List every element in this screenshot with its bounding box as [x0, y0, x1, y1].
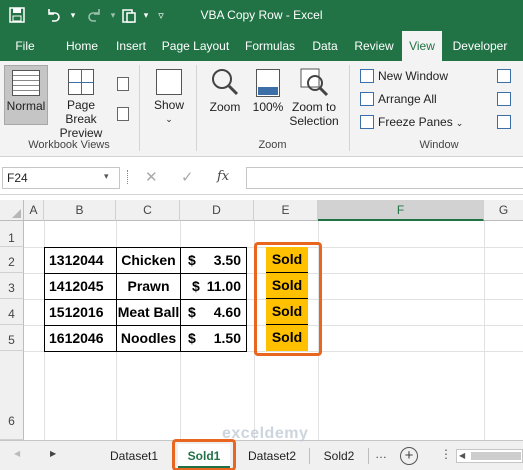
freeze-panes-icon — [360, 115, 374, 129]
normal-view-icon — [12, 70, 40, 96]
row-header-3[interactable]: 3 — [0, 273, 24, 299]
table-cell-price[interactable]: $ 4.60 — [180, 299, 247, 326]
sheet-tabs-bar: ◀ ▶ Dataset1 Sold1 exceldemy Dataset2 So… — [0, 425, 523, 470]
tab-home[interactable]: Home — [60, 31, 104, 61]
more-sheets-icon[interactable]: … — [375, 447, 387, 461]
zoom-to-selection-icon — [299, 67, 329, 97]
previous-sheet-icon[interactable]: ◀ — [14, 449, 20, 458]
tab-view[interactable]: View — [402, 31, 442, 61]
zoom-100-icon — [256, 69, 280, 97]
sheet-tab-sold2[interactable]: Sold2 — [313, 444, 365, 468]
gridline — [484, 221, 485, 440]
new-window-button[interactable]: New Window — [360, 67, 448, 85]
zoom-button[interactable]: Zoom — [203, 65, 247, 125]
sheet-tab-dataset2[interactable]: Dataset2 — [238, 444, 306, 468]
more-options-icon[interactable]: ⋮ — [440, 447, 452, 461]
freeze-panes-button[interactable]: Freeze Panes ⌄ — [360, 113, 463, 131]
horizontal-scrollbar[interactable]: ◀ — [456, 449, 523, 463]
magnifier-icon — [210, 67, 240, 97]
zoom-to-selection-button[interactable]: Zoom to Selection — [288, 65, 340, 135]
title-bar: ▾ ▾ ▾ ▿ VBA Copy Row - Excel — [0, 0, 523, 31]
row-header-1[interactable]: 1 — [0, 221, 24, 247]
table-cell-item[interactable]: Meat Ball — [116, 299, 181, 326]
new-window-icon — [360, 69, 374, 83]
group-window: Window — [419, 139, 459, 151]
column-header-c[interactable]: C — [116, 200, 180, 221]
highlight-box — [172, 439, 236, 470]
formula-input[interactable] — [246, 167, 523, 189]
tab-separator — [309, 448, 310, 464]
new-sheet-button[interactable]: + — [400, 447, 418, 465]
tab-review[interactable]: Review — [350, 31, 398, 61]
group-separator — [139, 65, 140, 151]
table-cell-id[interactable]: 1312044 — [44, 247, 117, 274]
chevron-down-icon: ⌄ — [455, 118, 464, 128]
sheet-tab-dataset1[interactable]: Dataset1 — [96, 444, 172, 468]
worksheet-grid[interactable]: A B C D E F G 1 2 3 4 5 6 1312044 Chicke… — [0, 195, 523, 440]
hide-icon[interactable] — [497, 92, 511, 106]
exceldemy-watermark: exceldemy — [222, 425, 309, 442]
row-header-6[interactable]: 6 — [0, 351, 24, 440]
tab-formulas[interactable]: Formulas — [241, 31, 299, 61]
column-header-f[interactable]: F — [318, 200, 484, 221]
cancel-icon[interactable]: ✕ — [145, 168, 158, 186]
name-box-dropdown-icon[interactable]: ▾ — [104, 171, 109, 182]
formula-bar: F24 ▾ ✕ ✓ fx — [0, 157, 523, 195]
window-title: VBA Copy Row - Excel — [200, 8, 323, 22]
name-box[interactable]: F24 — [2, 167, 120, 189]
normal-view-button[interactable]: Normal — [4, 65, 48, 125]
table-cell-price[interactable]: $ 3.50 — [180, 247, 247, 274]
zoom-100-button[interactable]: 100% — [250, 65, 286, 125]
row-header-5[interactable]: 5 — [0, 325, 24, 351]
arrange-all-button[interactable]: Arrange All — [360, 90, 437, 108]
tab-page-layout[interactable]: Page Layout — [159, 31, 232, 61]
scrollbar-thumb[interactable] — [471, 452, 521, 460]
table-cell-item[interactable]: Chicken — [116, 247, 181, 274]
tab-insert[interactable]: Insert — [112, 31, 150, 61]
tab-file[interactable]: File — [8, 31, 42, 61]
tab-data[interactable]: Data — [308, 31, 342, 61]
show-button[interactable]: Show ⌄ — [148, 65, 190, 133]
column-header-d[interactable]: D — [180, 200, 254, 221]
column-header-g[interactable]: G — [484, 200, 523, 221]
row-header-2[interactable]: 2 — [0, 247, 24, 273]
column-header-a[interactable]: A — [24, 200, 44, 221]
chevron-down-icon: ⌄ — [165, 114, 173, 124]
row-header-4[interactable]: 4 — [0, 299, 24, 325]
column-header-b[interactable]: B — [44, 200, 116, 221]
select-all-corner[interactable] — [0, 200, 24, 221]
enter-icon[interactable]: ✓ — [181, 168, 194, 186]
splitter-dots-icon[interactable] — [127, 170, 130, 184]
table-cell-price[interactable]: $ 1.50 — [180, 325, 247, 352]
column-header-e[interactable]: E — [254, 200, 318, 221]
page-break-preview-button[interactable]: Page Break Preview — [50, 65, 112, 140]
ribbon-view: Normal Page Break Preview Workbook Views… — [0, 61, 523, 157]
group-workbook-views: Workbook Views — [28, 139, 110, 151]
highlight-box — [254, 242, 322, 356]
group-separator — [196, 65, 197, 151]
unhide-icon[interactable] — [497, 115, 511, 129]
table-cell-id[interactable]: 1612046 — [44, 325, 117, 352]
custom-views-icon[interactable] — [117, 107, 129, 121]
page-break-preview-icon — [68, 69, 94, 95]
arrange-all-icon — [360, 92, 374, 106]
group-separator — [349, 65, 350, 151]
ribbon-tabs: File Home Insert Page Layout Formulas Da… — [0, 31, 523, 61]
page-layout-view-icon[interactable] — [117, 77, 129, 91]
table-cell-id[interactable]: 1512016 — [44, 299, 117, 326]
table-cell-id[interactable]: 1412045 — [44, 273, 117, 300]
table-cell-item[interactable]: Prawn — [116, 273, 181, 300]
table-cell-item[interactable]: Noodles — [116, 325, 181, 352]
tab-separator — [368, 448, 369, 464]
group-zoom: Zoom — [258, 139, 287, 151]
tab-developer[interactable]: Developer — [447, 31, 513, 61]
show-icon — [156, 69, 182, 95]
split-icon[interactable] — [497, 69, 511, 83]
insert-function-icon[interactable]: fx — [217, 169, 229, 184]
next-sheet-icon[interactable]: ▶ — [50, 449, 56, 458]
table-cell-price[interactable]: $ 11.00 — [180, 273, 247, 300]
scroll-left-icon[interactable]: ◀ — [459, 450, 465, 462]
